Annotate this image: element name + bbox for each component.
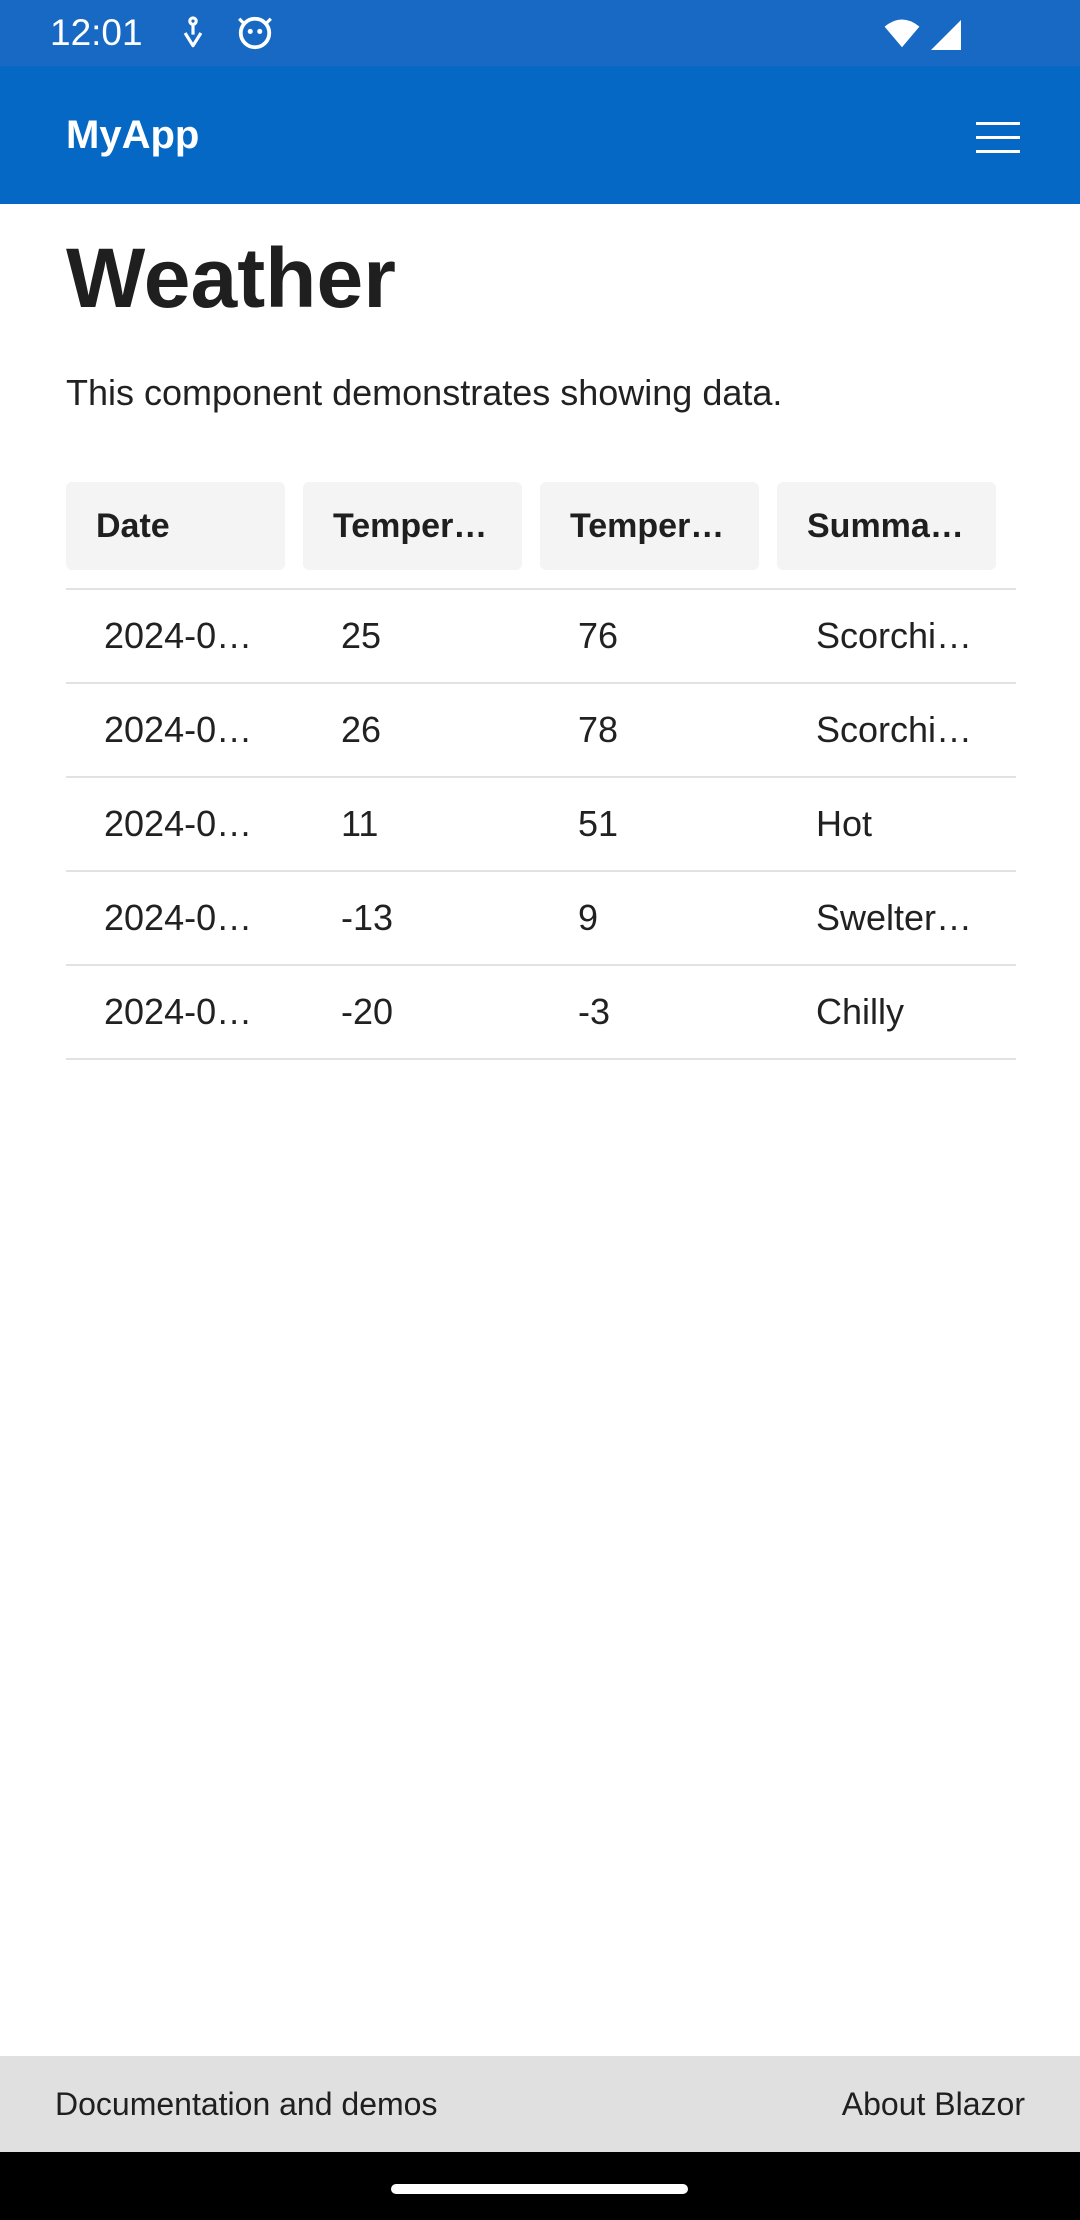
table-row: 2024-0… -20 -3 Chilly	[66, 966, 1016, 1060]
cell-summary: Hot	[816, 803, 873, 844]
footer: Documentation and demos About Blazor	[0, 2056, 1080, 2152]
debug-bug-icon	[238, 16, 272, 50]
cell-temp-f: 78	[578, 709, 619, 750]
table-row: 2024-0… 11 51 Hot	[66, 778, 1016, 872]
column-header-temp-c[interactable]: Temper…	[303, 482, 522, 570]
cell-temp-f: 9	[578, 897, 599, 938]
grid-header: Date Temper… Temper… Summa…	[66, 480, 1016, 590]
column-header-summary[interactable]: Summa…	[777, 482, 996, 570]
menu-button[interactable]	[958, 110, 1038, 166]
table-row: 2024-0… 26 78 Scorchi…	[66, 684, 1016, 778]
home-indicator[interactable]	[391, 2184, 688, 2194]
documentation-link[interactable]: Documentation and demos	[55, 2080, 437, 2128]
cell-summary: Scorchi…	[816, 615, 973, 656]
app-title[interactable]: MyApp	[66, 110, 199, 160]
system-navigation-bar	[0, 2152, 1080, 2220]
cell-date: 2024-0…	[104, 709, 253, 750]
cell-date: 2024-0…	[104, 615, 253, 656]
cell-date: 2024-0…	[104, 991, 253, 1032]
cell-summary: Chilly	[816, 991, 905, 1032]
status-time: 12:01	[50, 12, 143, 53]
table-row: 2024-0… -13 9 Swelter…	[66, 872, 1016, 966]
page-title: Weather	[66, 231, 396, 325]
app-bar: MyApp	[0, 66, 1080, 204]
accessibility-icon	[183, 16, 203, 48]
cell-temp-f: 51	[578, 803, 619, 844]
cell-temp-c: -20	[341, 991, 394, 1032]
cell-date: 2024-0…	[104, 803, 253, 844]
cell-date: 2024-0…	[104, 897, 253, 938]
cell-temp-c: -13	[341, 897, 394, 938]
wifi-icon	[884, 19, 920, 48]
cell-summary: Scorchi…	[816, 709, 973, 750]
weather-grid: Date Temper… Temper… Summa… 2024-0… 25 7…	[66, 480, 1016, 1060]
status-bar: 12:01	[0, 0, 1080, 66]
cellular-signal-icon	[931, 20, 961, 50]
about-blazor-link[interactable]: About Blazor	[842, 2080, 1025, 2128]
cell-temp-c: 11	[341, 803, 379, 844]
table-row: 2024-0… 25 76 Scorchi…	[66, 590, 1016, 684]
hamburger-menu-icon	[976, 122, 1020, 153]
cell-temp-f: 76	[578, 615, 619, 656]
page-description: This component demonstrates showing data…	[66, 372, 783, 413]
cell-summary: Swelter…	[816, 897, 973, 938]
cell-temp-c: 26	[341, 709, 382, 750]
column-header-temp-f[interactable]: Temper…	[540, 482, 759, 570]
cell-temp-c: 25	[341, 615, 382, 656]
column-header-date[interactable]: Date	[66, 482, 285, 570]
cell-temp-f: -3	[578, 991, 611, 1032]
